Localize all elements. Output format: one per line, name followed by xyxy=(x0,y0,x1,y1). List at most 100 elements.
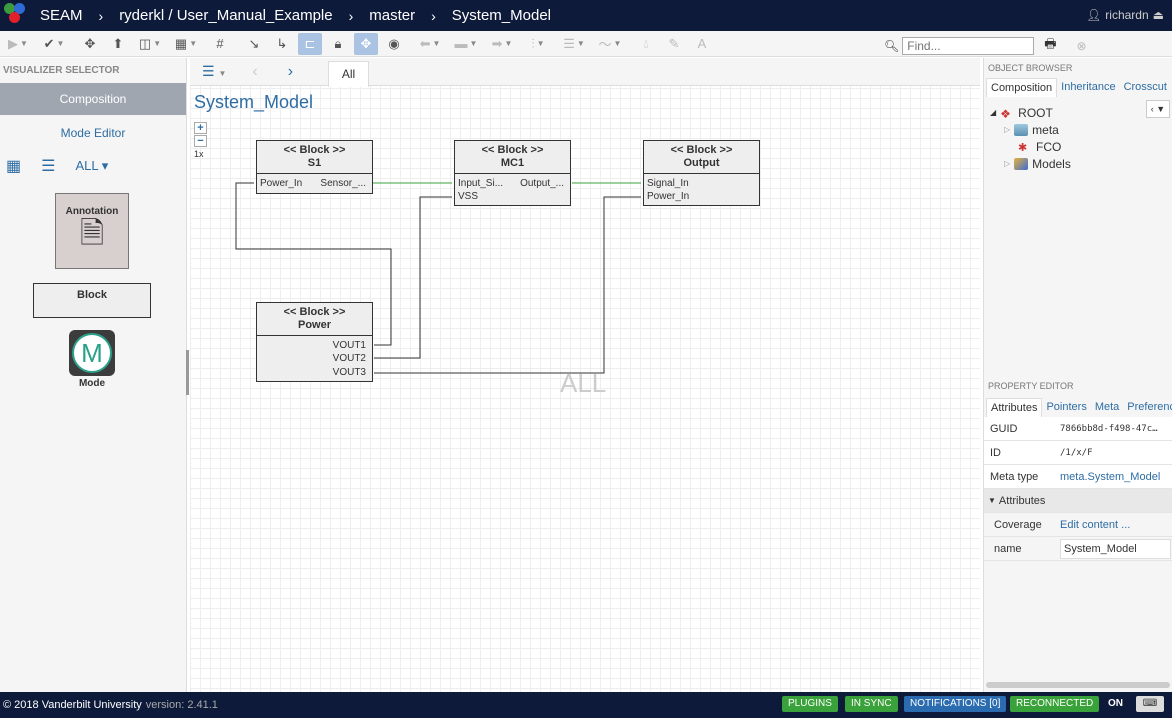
app-name[interactable]: SEAM xyxy=(40,7,83,24)
align-icon[interactable]: ⫶ ▼ xyxy=(526,33,550,55)
lock-icon[interactable]: 🔒︎ xyxy=(326,33,350,55)
tree-item-root[interactable]: ◢ ❖ ROOT xyxy=(990,104,1071,121)
play-icon[interactable]: ▶ ▼ xyxy=(6,33,30,55)
object-tree: ◢ ❖ ROOT ▷ meta ✱ FCO ▷ Models xyxy=(990,104,1071,172)
visualizer-mode-editor[interactable]: Mode Editor xyxy=(0,117,186,149)
hash-icon[interactable]: # xyxy=(208,33,232,55)
palette-label: Annotation xyxy=(65,206,119,217)
eject-icon: ⏏ xyxy=(1152,8,1164,22)
breadcrumb-model[interactable]: System_Model xyxy=(452,7,551,24)
grid-view-icon[interactable]: ▦ xyxy=(6,156,21,176)
filter-dropdown[interactable]: ALL ▾ xyxy=(75,158,108,174)
document-icon: 🗎 xyxy=(79,217,105,250)
block-stereotype: << Block >> xyxy=(670,144,733,156)
tree-filter-button[interactable]: ‹ ▼ xyxy=(1146,100,1170,118)
tab-preferences[interactable]: Preferences xyxy=(1123,398,1172,417)
connection-badge[interactable]: RECONNECTED xyxy=(1010,696,1100,712)
notifications-badge[interactable]: NOTIFICATIONS [0] xyxy=(904,696,1007,712)
port-input-signal[interactable]: Input_Si... xyxy=(458,178,503,190)
fco-icon: ✱ xyxy=(1018,141,1028,154)
port-output[interactable]: Output_... xyxy=(520,178,564,190)
attributes-section-header[interactable]: ▼ Attributes xyxy=(984,489,1172,513)
upload-icon[interactable]: ⬆ xyxy=(106,33,130,55)
plugins-badge[interactable]: PLUGINS xyxy=(782,696,838,712)
arrow-left-icon[interactable]: ⬅ ▼ xyxy=(418,33,442,55)
prop-label: ID xyxy=(990,446,1001,459)
chevron-right-icon: › xyxy=(98,7,104,24)
palette-mode[interactable]: M Mode xyxy=(67,330,117,392)
routing-icon[interactable]: ⊏ xyxy=(298,32,322,55)
prop-label: GUID xyxy=(990,422,1018,435)
grid-icon[interactable]: ▦ ▼ xyxy=(174,33,198,55)
name-field[interactable]: System_Model xyxy=(1060,538,1171,559)
line-style-icon[interactable]: ▬ ▼ xyxy=(454,33,478,55)
user-menu[interactable]: 👤︎ richardn ⏏ xyxy=(1086,8,1164,22)
pan-icon[interactable]: ✥ xyxy=(354,32,378,55)
port-vss[interactable]: VSS xyxy=(458,191,478,203)
tab-meta[interactable]: Meta xyxy=(1091,398,1123,417)
tree-item-models[interactable]: ▷ Models xyxy=(1004,155,1071,172)
left-splitter[interactable] xyxy=(186,350,189,395)
move-icon[interactable]: ✥ xyxy=(78,33,102,55)
port-vout3[interactable]: VOUT3 xyxy=(333,367,366,379)
port-signal-in[interactable]: Signal_In xyxy=(647,178,689,190)
block-output[interactable]: << Block >> Output Signal_In Power_In xyxy=(643,140,760,206)
visualizer-panel: VISUALIZER SELECTOR Composition Mode Edi… xyxy=(0,58,187,692)
block-s1[interactable]: << Block >> S1 Power_In Sensor_... xyxy=(256,140,373,194)
search-input[interactable] xyxy=(902,37,1035,55)
port-power-in[interactable]: Power_In xyxy=(260,178,302,190)
breadcrumb-branch[interactable]: master xyxy=(369,7,415,24)
elbow-connection-icon[interactable]: ↳ xyxy=(270,33,294,55)
expanded-icon: ◢ xyxy=(990,108,997,117)
status-bar: © 2018 Vanderbilt University version: 2.… xyxy=(0,692,1172,718)
breadcrumb-project[interactable]: ryderkl / User_Manual_Example xyxy=(119,7,332,24)
port-power-in[interactable]: Power_In xyxy=(647,191,689,203)
visualizer-composition[interactable]: Composition xyxy=(0,83,186,115)
palette-block[interactable]: Block xyxy=(33,283,151,318)
keyboard-icon[interactable]: ⌨ xyxy=(1136,696,1164,712)
tab-crosscut[interactable]: Crosscut xyxy=(1120,78,1171,97)
sync-badge[interactable]: IN SYNC xyxy=(845,696,898,712)
top-bar: SEAM › ryderkl / User_Manual_Example › m… xyxy=(0,0,1172,31)
print-icon[interactable]: 🖶 xyxy=(1044,35,1056,57)
tree-item-meta[interactable]: ▷ meta xyxy=(1004,121,1071,138)
line-width-icon[interactable]: ☰ ▼ xyxy=(562,33,586,55)
horizontal-scrollbar[interactable] xyxy=(986,682,1170,688)
layout-icon[interactable]: ◫ ▼ xyxy=(138,33,162,55)
tab-attributes[interactable]: Attributes xyxy=(986,398,1043,417)
clear-icon[interactable]: ⊗ xyxy=(1077,39,1087,53)
panel-title: VISUALIZER SELECTOR xyxy=(3,65,120,76)
fill-color-icon[interactable]: 💧︎ xyxy=(634,33,658,55)
tree-item-fco[interactable]: ✱ FCO xyxy=(1014,138,1071,155)
tab-inheritance[interactable]: Inheritance xyxy=(1057,78,1119,97)
palette-view-bar: ▦ ☰ ALL ▾ xyxy=(0,149,186,183)
list-view-icon[interactable]: ☰ xyxy=(41,156,55,176)
connection-vout2-mc1 xyxy=(374,196,452,359)
tab-pointers[interactable]: Pointers xyxy=(1042,398,1090,417)
block-power[interactable]: << Block >> Power VOUT1 VOUT2 VOUT3 xyxy=(256,302,373,382)
tab-composition[interactable]: Composition xyxy=(986,78,1058,97)
text-color-icon[interactable]: A xyxy=(690,33,714,55)
palette-annotation[interactable]: Annotation 🗎 xyxy=(55,193,129,269)
prop-coverage: Coverage Edit content ... xyxy=(984,513,1172,537)
on-toggle[interactable]: ON xyxy=(1102,696,1129,712)
prop-label: name xyxy=(994,542,1022,555)
arrow-right-icon[interactable]: ➡ ▼ xyxy=(490,33,514,55)
search-box: 🔍︎ 🖶 ⊗ xyxy=(884,35,1087,57)
connection-vout3-output xyxy=(374,196,641,374)
border-color-icon[interactable]: ✎ xyxy=(662,33,686,55)
port-vout2[interactable]: VOUT2 xyxy=(333,353,366,365)
port-sensor[interactable]: Sensor_... xyxy=(320,178,366,190)
eye-icon[interactable]: ◉ xyxy=(382,33,406,55)
edit-content-link[interactable]: Edit content ... xyxy=(1060,519,1172,531)
diagram-canvas[interactable]: ☰ ▼ ‹ › All System_Model + − 1x << Block… xyxy=(190,58,980,692)
line-pattern-icon[interactable]: 〜 ▼ xyxy=(598,33,622,55)
meta-type-link[interactable]: meta.System_Model xyxy=(1060,471,1172,483)
connection-icon[interactable]: ↘ xyxy=(242,33,266,55)
chevron-right-icon: › xyxy=(348,7,354,24)
user-name: richardn xyxy=(1105,8,1149,22)
check-icon[interactable]: ✔ ▼ xyxy=(42,33,66,55)
port-vout1[interactable]: VOUT1 xyxy=(333,340,366,352)
block-mc1[interactable]: << Block >> MC1 Input_Si... Output_... V… xyxy=(454,140,571,206)
folder-icon xyxy=(1014,123,1029,136)
